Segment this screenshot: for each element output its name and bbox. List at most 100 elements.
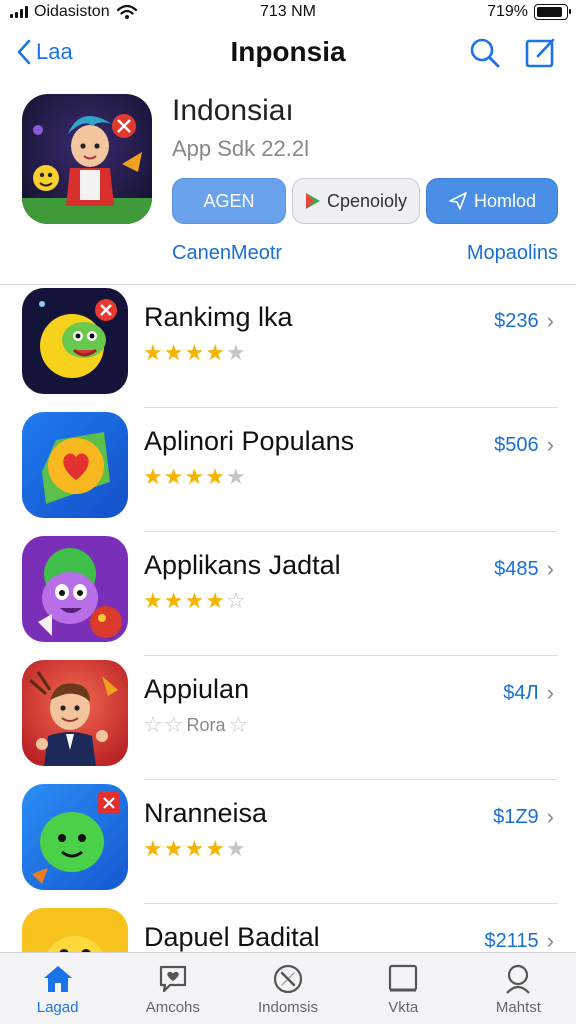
star-icon: ★	[143, 464, 163, 489]
get-button-label: AGEN	[203, 190, 255, 211]
list-item[interactable]: Rankimg lka ★ ★ ★ ★ ★ $236 ›	[0, 288, 576, 410]
app-icon	[22, 784, 128, 890]
get-button[interactable]: AGEN	[172, 178, 286, 224]
star-half-icon: ★	[225, 464, 246, 489]
left-link[interactable]: CanenMeotr	[172, 242, 282, 265]
app-name: Applikans Jadtal	[144, 550, 341, 580]
star-outline-icon: ☆	[143, 712, 163, 737]
star-icon: ★	[184, 464, 205, 489]
chevron-right-icon: ›	[546, 928, 554, 953]
tab-label: Mahtst	[495, 999, 541, 1016]
status-bar: Oidasiston 713 NM 719%	[0, 0, 576, 24]
price-label: $2115	[484, 929, 539, 952]
featured-app: Indonsiaı App Sdk 22.2l AGEN Cpenoioly H…	[22, 94, 558, 274]
app-price: $236 ›	[494, 308, 554, 334]
play-store-button-label: Cpenoioly	[326, 190, 408, 211]
star-outline-icon: ☆	[228, 712, 249, 737]
boy-character-icon	[22, 660, 128, 766]
tab-explore[interactable]: Indomsis	[230, 953, 345, 1024]
featured-links: CanenMeotr Mopaolins	[172, 242, 558, 265]
app-price: $1Z9 ›	[493, 804, 554, 830]
chevron-right-icon: ›	[546, 680, 554, 705]
nav-bar: Laa Inponsia	[0, 30, 576, 78]
list-item[interactable]: Aplinori Populans ★ ★ ★ ★ ★ $506 ›	[0, 412, 576, 534]
price-label: $236	[494, 309, 539, 332]
battery-icon	[534, 4, 571, 20]
battery-fill	[537, 7, 563, 17]
rating-label: Rora	[186, 714, 226, 735]
download-button[interactable]: Homlod	[426, 178, 558, 224]
app-price: $4Л ›	[503, 680, 554, 706]
star-icon: ★	[184, 340, 205, 365]
star-icon: ★	[184, 588, 205, 613]
star-rating: ★ ★ ★ ★ ★	[143, 464, 246, 490]
row-divider	[144, 779, 558, 780]
list-item[interactable]: Nranneisa ★ ★ ★ ★ ★ $1Z9 ›	[0, 784, 576, 906]
featured-app-subtitle: App Sdk 22.2l	[172, 136, 309, 161]
star-icon: ★	[205, 836, 225, 861]
price-label: $1Z9	[493, 805, 539, 828]
star-icon: ★	[225, 340, 246, 365]
app-name: Aplinori Populans	[144, 426, 355, 456]
nav-actions	[468, 36, 558, 70]
play-store-button[interactable]: Cpenoioly	[292, 178, 420, 224]
featured-actions: AGEN Cpenoioly Homlod	[172, 178, 558, 224]
plane-icon	[449, 192, 467, 210]
tab-home[interactable]: Lagad	[0, 953, 115, 1024]
tab-label: Lagad	[36, 999, 79, 1016]
app-icon	[22, 660, 128, 766]
star-icon: ★	[163, 464, 184, 489]
play-icon	[305, 193, 320, 209]
star-rating: ☆ ☆ Rora ☆	[143, 712, 248, 738]
app-icon	[22, 412, 128, 518]
featured-app-name: Indonsiaı	[172, 94, 294, 127]
row-divider	[144, 903, 558, 904]
tab-favorites[interactable]: Amcohs	[115, 953, 230, 1024]
chevron-right-icon: ›	[546, 308, 554, 333]
app-name: Appiulan	[144, 674, 250, 704]
star-icon: ★	[163, 340, 184, 365]
right-link[interactable]: Mopaolins	[467, 242, 558, 265]
tab-search[interactable]: Mahtst	[461, 953, 576, 1024]
smiley-character-icon	[22, 288, 128, 394]
price-label: $485	[494, 557, 539, 580]
row-divider	[144, 407, 558, 408]
compose-icon[interactable]	[524, 36, 558, 70]
star-icon: ★	[163, 836, 184, 861]
tab-label: Indomsis	[257, 999, 319, 1016]
star-icon: ★	[205, 588, 225, 613]
tab-view[interactable]: Vkta	[346, 953, 461, 1024]
list-item[interactable]: Applikans Jadtal ★ ★ ★ ★ ☆ $485 ›	[0, 536, 576, 658]
star-outline-icon: ☆	[225, 588, 246, 613]
star-icon: ★	[143, 836, 163, 861]
star-icon: ★	[143, 340, 163, 365]
clock: 713 NM	[259, 3, 317, 20]
search-icon[interactable]	[468, 36, 502, 70]
download-button-label: Homlod	[473, 190, 537, 211]
compass-icon	[273, 964, 303, 994]
star-icon: ★	[184, 836, 205, 861]
square-icon	[389, 964, 418, 992]
app-price: $485 ›	[494, 556, 554, 582]
star-rating: ★ ★ ★ ★ ☆	[143, 588, 246, 614]
star-icon: ★	[143, 588, 163, 613]
app-name: Nranneisa	[144, 798, 268, 828]
monster-character-icon	[22, 536, 128, 642]
app-price: $2115 ›	[485, 928, 554, 954]
star-rating: ★ ★ ★ ★ ★	[143, 836, 246, 862]
chevron-right-icon: ›	[546, 432, 554, 457]
featured-app-icon[interactable]	[22, 94, 152, 224]
price-label: $4Л	[503, 681, 539, 704]
heart-chat-icon	[159, 965, 186, 993]
app-icon	[22, 536, 128, 642]
row-divider	[144, 531, 558, 532]
home-icon	[43, 966, 72, 992]
app-name: Rankimg lka	[144, 302, 293, 332]
section-divider	[0, 284, 576, 285]
list-item[interactable]: Appiulan ☆ ☆ Rora ☆ $4Л ›	[0, 660, 576, 782]
row-divider	[144, 655, 558, 656]
tab-label: Amcohs	[145, 999, 200, 1016]
heart-bubble-icon	[22, 412, 128, 518]
price-label: $506	[494, 433, 539, 456]
star-icon: ★	[163, 588, 184, 613]
